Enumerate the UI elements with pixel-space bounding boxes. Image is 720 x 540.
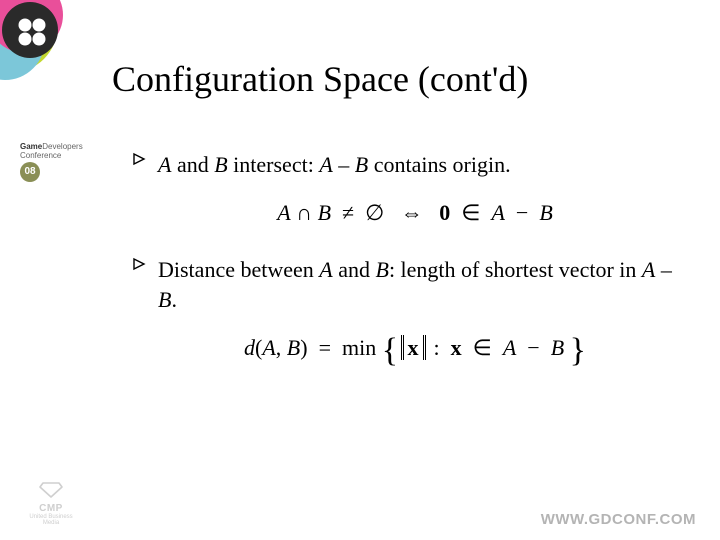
text: and [333,257,376,282]
var-B2: B [158,287,171,312]
formula-distance: d(A, B) = min { x : x ∈ A − B } [158,333,672,363]
text: intersect: [228,152,320,177]
bullet-marker-icon [132,152,146,166]
var-B: B [214,152,227,177]
conference-brand: GameDevelopers Conference [20,142,112,160]
footer-url: WWW.GDCONF.COM [541,511,696,528]
text: : length of shortest vector in [389,257,642,282]
bullet-list: A and B intersect: A – B contains origin… [132,150,672,390]
var-B: B [375,257,388,282]
text: – [333,152,355,177]
var-A2: A [319,152,332,177]
brand-rest: Developers [42,142,82,151]
var-A: A [158,152,171,177]
text: contains origin. [368,152,510,177]
cmp-logo: CMP United Business Media [24,479,78,526]
corner-decoration [0,0,100,100]
cmp-name: CMP [24,503,78,514]
conference-year-badge: 08 [20,162,40,182]
cmp-icon [37,479,65,501]
brand-bold: Game [20,142,42,151]
bullet-item: A and B intersect: A – B contains origin… [132,150,672,227]
text: . [171,287,177,312]
conference-badge: GameDevelopers Conference 08 [20,142,112,182]
cmp-sub: United Business Media [24,514,78,526]
text: – [655,257,672,282]
var-A: A [319,257,332,282]
var-B2: B [355,152,368,177]
formula-intersection: A ∩ B ≠ ∅ ⇔ 0 ∈ A − B [158,198,672,228]
var-A2: A [642,257,655,282]
text: Distance between [158,257,319,282]
brand-sub: Conference [20,151,112,160]
slide-title: Configuration Space (cont'd) [112,58,528,100]
bullet-item: Distance between A and B: length of shor… [132,255,672,362]
bullet-marker-icon [132,257,146,271]
slide: GameDevelopers Conference 08 Configurati… [0,0,720,540]
text: and [171,152,214,177]
